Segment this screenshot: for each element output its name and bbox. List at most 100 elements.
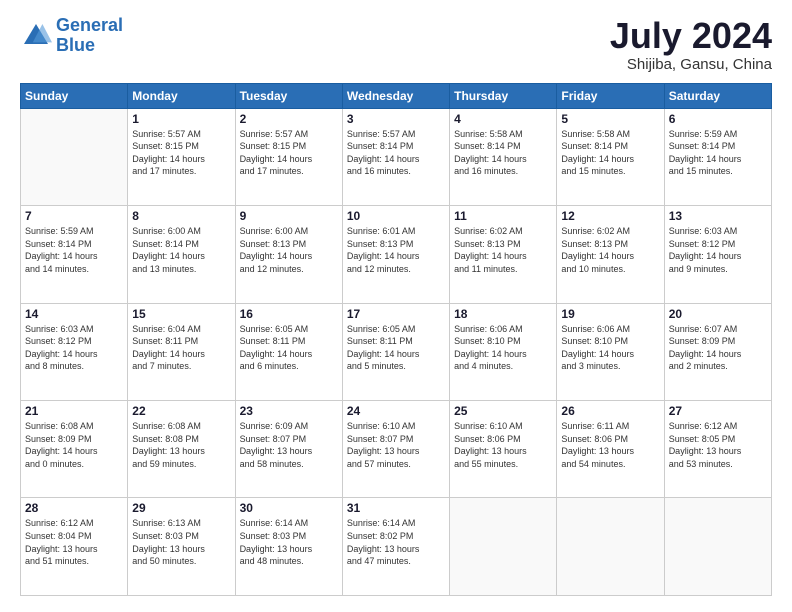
- calendar-cell: [664, 498, 771, 596]
- cell-info: Sunrise: 6:01 AM Sunset: 8:13 PM Dayligh…: [347, 225, 445, 275]
- cell-info: Sunrise: 5:59 AM Sunset: 8:14 PM Dayligh…: [669, 128, 767, 178]
- calendar-cell: 9 Sunrise: 6:00 AM Sunset: 8:13 PM Daylig…: [235, 206, 342, 303]
- day-number: 3: [347, 112, 445, 126]
- title-block: July 2024 Shijiba, Gansu, China: [610, 16, 772, 73]
- day-number: 23: [240, 404, 338, 418]
- header: General Blue July 2024 Shijiba, Gansu, C…: [20, 16, 772, 73]
- calendar-cell: 18 Sunrise: 6:06 AM Sunset: 8:10 PM Dayli…: [450, 303, 557, 400]
- calendar-cell: 30 Sunrise: 6:14 AM Sunset: 8:03 PM Dayli…: [235, 498, 342, 596]
- cell-info: Sunrise: 6:14 AM Sunset: 8:02 PM Dayligh…: [347, 517, 445, 567]
- week-row-1: 1Sunrise: 5:57 AM Sunset: 8:15 PM Daylig…: [21, 108, 772, 205]
- week-row-4: 21 Sunrise: 6:08 AM Sunset: 8:09 PM Dayli…: [21, 401, 772, 498]
- calendar-cell: 17Sunrise: 6:05 AM Sunset: 8:11 PM Dayli…: [342, 303, 449, 400]
- calendar-cell: 19 Sunrise: 6:06 AM Sunset: 8:10 PM Dayli…: [557, 303, 664, 400]
- day-number: 13: [669, 209, 767, 223]
- day-number: 30: [240, 501, 338, 515]
- col-header-wednesday: Wednesday: [342, 83, 449, 108]
- calendar-cell: 23 Sunrise: 6:09 AM Sunset: 8:07 PM Dayli…: [235, 401, 342, 498]
- day-number: 26: [561, 404, 659, 418]
- day-number: 9: [240, 209, 338, 223]
- logo-text: General Blue: [56, 16, 123, 56]
- calendar-cell: 12Sunrise: 6:02 AM Sunset: 8:13 PM Dayli…: [557, 206, 664, 303]
- cell-info: Sunrise: 6:04 AM Sunset: 8:11 PM Dayligh…: [132, 323, 230, 373]
- calendar-header-row: SundayMondayTuesdayWednesdayThursdayFrid…: [21, 83, 772, 108]
- col-header-monday: Monday: [128, 83, 235, 108]
- day-number: 5: [561, 112, 659, 126]
- calendar-cell: 27 Sunrise: 6:12 AM Sunset: 8:05 PM Dayli…: [664, 401, 771, 498]
- calendar-cell: 7Sunrise: 5:59 AM Sunset: 8:14 PM Daylig…: [21, 206, 128, 303]
- cell-info: Sunrise: 6:00 AM Sunset: 8:13 PM Dayligh…: [240, 225, 338, 275]
- cell-info: Sunrise: 6:09 AM Sunset: 8:07 PM Dayligh…: [240, 420, 338, 470]
- calendar-cell: 26Sunrise: 6:11 AM Sunset: 8:06 PM Dayli…: [557, 401, 664, 498]
- calendar-cell: 25 Sunrise: 6:10 AM Sunset: 8:06 PM Dayli…: [450, 401, 557, 498]
- cell-info: Sunrise: 5:57 AM Sunset: 8:15 PM Dayligh…: [132, 128, 230, 178]
- calendar-cell: [557, 498, 664, 596]
- cell-info: Sunrise: 6:08 AM Sunset: 8:09 PM Dayligh…: [25, 420, 123, 470]
- col-header-sunday: Sunday: [21, 83, 128, 108]
- col-header-thursday: Thursday: [450, 83, 557, 108]
- logo-line2: Blue: [56, 35, 95, 55]
- calendar-cell: 14Sunrise: 6:03 AM Sunset: 8:12 PM Dayli…: [21, 303, 128, 400]
- cell-info: Sunrise: 5:58 AM Sunset: 8:14 PM Dayligh…: [454, 128, 552, 178]
- subtitle: Shijiba, Gansu, China: [610, 56, 772, 73]
- cell-info: Sunrise: 6:06 AM Sunset: 8:10 PM Dayligh…: [561, 323, 659, 373]
- col-header-friday: Friday: [557, 83, 664, 108]
- cell-info: Sunrise: 6:12 AM Sunset: 8:04 PM Dayligh…: [25, 517, 123, 567]
- calendar-cell: 10Sunrise: 6:01 AM Sunset: 8:13 PM Dayli…: [342, 206, 449, 303]
- main-title: July 2024: [610, 16, 772, 56]
- cell-info: Sunrise: 6:08 AM Sunset: 8:08 PM Dayligh…: [132, 420, 230, 470]
- calendar-cell: 29Sunrise: 6:13 AM Sunset: 8:03 PM Dayli…: [128, 498, 235, 596]
- day-number: 25: [454, 404, 552, 418]
- day-number: 24: [347, 404, 445, 418]
- calendar-cell: 5 Sunrise: 5:58 AM Sunset: 8:14 PM Daylig…: [557, 108, 664, 205]
- cell-info: Sunrise: 6:12 AM Sunset: 8:05 PM Dayligh…: [669, 420, 767, 470]
- calendar-cell: 28 Sunrise: 6:12 AM Sunset: 8:04 PM Dayli…: [21, 498, 128, 596]
- col-header-tuesday: Tuesday: [235, 83, 342, 108]
- calendar-cell: 4 Sunrise: 5:58 AM Sunset: 8:14 PM Daylig…: [450, 108, 557, 205]
- calendar-cell: 2Sunrise: 5:57 AM Sunset: 8:15 PM Daylig…: [235, 108, 342, 205]
- calendar-cell: 22 Sunrise: 6:08 AM Sunset: 8:08 PM Dayli…: [128, 401, 235, 498]
- logo: General Blue: [20, 16, 123, 56]
- cell-info: Sunrise: 6:10 AM Sunset: 8:06 PM Dayligh…: [454, 420, 552, 470]
- calendar-cell: 6 Sunrise: 5:59 AM Sunset: 8:14 PM Daylig…: [664, 108, 771, 205]
- day-number: 29: [132, 501, 230, 515]
- cell-info: Sunrise: 6:02 AM Sunset: 8:13 PM Dayligh…: [561, 225, 659, 275]
- cell-info: Sunrise: 6:06 AM Sunset: 8:10 PM Dayligh…: [454, 323, 552, 373]
- day-number: 20: [669, 307, 767, 321]
- day-number: 17: [347, 307, 445, 321]
- calendar-cell: 16 Sunrise: 6:05 AM Sunset: 8:11 PM Dayli…: [235, 303, 342, 400]
- cell-info: Sunrise: 6:10 AM Sunset: 8:07 PM Dayligh…: [347, 420, 445, 470]
- cell-info: Sunrise: 6:14 AM Sunset: 8:03 PM Dayligh…: [240, 517, 338, 567]
- day-number: 8: [132, 209, 230, 223]
- calendar-cell: 24 Sunrise: 6:10 AM Sunset: 8:07 PM Dayli…: [342, 401, 449, 498]
- day-number: 14: [25, 307, 123, 321]
- day-number: 11: [454, 209, 552, 223]
- cell-info: Sunrise: 5:58 AM Sunset: 8:14 PM Dayligh…: [561, 128, 659, 178]
- page: General Blue July 2024 Shijiba, Gansu, C…: [0, 0, 792, 612]
- col-header-saturday: Saturday: [664, 83, 771, 108]
- day-number: 27: [669, 404, 767, 418]
- day-number: 28: [25, 501, 123, 515]
- calendar-cell: 13 Sunrise: 6:03 AM Sunset: 8:12 PM Dayli…: [664, 206, 771, 303]
- day-number: 31: [347, 501, 445, 515]
- calendar-table: SundayMondayTuesdayWednesdayThursdayFrid…: [20, 83, 772, 596]
- cell-info: Sunrise: 6:03 AM Sunset: 8:12 PM Dayligh…: [669, 225, 767, 275]
- day-number: 7: [25, 209, 123, 223]
- day-number: 21: [25, 404, 123, 418]
- cell-info: Sunrise: 5:57 AM Sunset: 8:14 PM Dayligh…: [347, 128, 445, 178]
- logo-icon: [20, 20, 52, 52]
- calendar-cell: 31 Sunrise: 6:14 AM Sunset: 8:02 PM Dayli…: [342, 498, 449, 596]
- day-number: 15: [132, 307, 230, 321]
- cell-info: Sunrise: 6:00 AM Sunset: 8:14 PM Dayligh…: [132, 225, 230, 275]
- calendar-cell: 11Sunrise: 6:02 AM Sunset: 8:13 PM Dayli…: [450, 206, 557, 303]
- cell-info: Sunrise: 5:57 AM Sunset: 8:15 PM Dayligh…: [240, 128, 338, 178]
- calendar-cell: 20Sunrise: 6:07 AM Sunset: 8:09 PM Dayli…: [664, 303, 771, 400]
- day-number: 22: [132, 404, 230, 418]
- cell-info: Sunrise: 6:05 AM Sunset: 8:11 PM Dayligh…: [240, 323, 338, 373]
- week-row-5: 28 Sunrise: 6:12 AM Sunset: 8:04 PM Dayli…: [21, 498, 772, 596]
- day-number: 19: [561, 307, 659, 321]
- day-number: 18: [454, 307, 552, 321]
- day-number: 4: [454, 112, 552, 126]
- day-number: 6: [669, 112, 767, 126]
- day-number: 16: [240, 307, 338, 321]
